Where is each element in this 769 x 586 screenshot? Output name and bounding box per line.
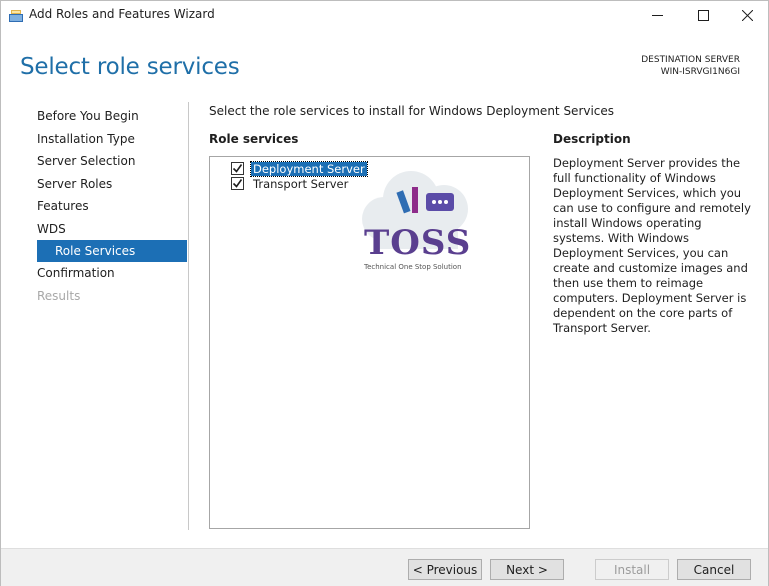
role-services-list[interactable]: Deployment Server Transport Server: [209, 156, 530, 529]
instruction-text: Select the role services to install for …: [209, 104, 615, 118]
cancel-button[interactable]: Cancel: [677, 559, 751, 580]
previous-button[interactable]: < Previous: [408, 559, 482, 580]
nav-item-server-roles[interactable]: Server Roles: [37, 175, 192, 198]
title-bar: Add Roles and Features Wizard: [1, 1, 768, 29]
wizard-header: Select role services DESTINATION SERVER …: [1, 29, 768, 99]
minimize-button[interactable]: [634, 1, 680, 29]
nav-item-installation-type[interactable]: Installation Type: [37, 130, 192, 153]
destination-server-name: WIN-ISRVGI1N6GI: [660, 67, 740, 77]
destination-server-info: DESTINATION SERVER WIN-ISRVGI1N6GI: [641, 54, 740, 78]
install-button: Install: [595, 559, 669, 580]
maximize-icon: [697, 9, 709, 21]
destination-server-label: DESTINATION SERVER: [641, 55, 740, 65]
wizard-body: Before You Begin Installation Type Serve…: [1, 99, 768, 548]
nav-item-wds[interactable]: WDS: [37, 220, 192, 243]
deployment-server-checkbox[interactable]: [231, 162, 244, 175]
wizard-window: Add Roles and Features Wizard Select rol…: [0, 0, 769, 586]
role-item-label: Transport Server: [253, 176, 349, 191]
nav-item-confirmation[interactable]: Confirmation: [37, 264, 192, 287]
server-manager-icon: [8, 8, 24, 22]
role-services-heading: Role services: [209, 132, 299, 146]
wizard-footer: < Previous Next > Install Cancel: [1, 548, 768, 586]
maximize-button[interactable]: [680, 1, 726, 29]
description-text: Deployment Server provides the full func…: [553, 156, 751, 335]
transport-server-checkbox[interactable]: [231, 177, 244, 190]
role-item-deployment-server[interactable]: Deployment Server: [231, 160, 368, 177]
nav-item-server-selection[interactable]: Server Selection: [37, 152, 192, 175]
role-item-label: Deployment Server: [250, 160, 368, 177]
nav-item-before-you-begin[interactable]: Before You Begin: [37, 107, 192, 130]
nav-item-features[interactable]: Features: [37, 197, 192, 220]
wizard-nav: Before You Begin Installation Type Serve…: [37, 107, 192, 309]
close-icon: [741, 9, 753, 21]
nav-divider: [188, 102, 189, 530]
next-button[interactable]: Next >: [490, 559, 564, 580]
page-title: Select role services: [20, 54, 240, 80]
nav-item-results: Results: [37, 288, 81, 303]
close-button[interactable]: [724, 1, 769, 29]
window-title: Add Roles and Features Wizard: [29, 7, 215, 21]
description-heading: Description: [553, 132, 631, 146]
role-item-transport-server[interactable]: Transport Server: [231, 176, 350, 191]
checkmark-icon: [232, 164, 243, 173]
nav-item-role-services[interactable]: Role Services: [37, 240, 187, 262]
checkmark-icon: [232, 179, 243, 188]
minimize-icon: [651, 14, 663, 16]
